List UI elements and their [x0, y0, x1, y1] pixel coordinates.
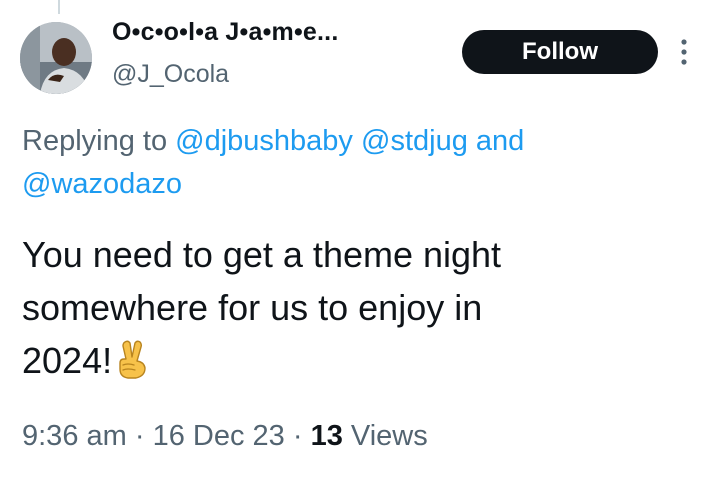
replying-to: Replying to @djbushbaby @stdjug and @waz… [22, 120, 682, 206]
victory-hand-icon [119, 340, 146, 379]
tweet-date[interactable]: 16 Dec 23 [153, 420, 285, 452]
author-display-name[interactable]: O•c•o•l•a J•a•m•e... [112, 18, 338, 47]
mention-link-djbushbaby[interactable]: @djbushbaby [175, 125, 353, 157]
avatar[interactable] [20, 22, 92, 94]
author-handle[interactable]: @J_Ocola [112, 60, 229, 89]
meta-separator: · [134, 420, 145, 452]
tweet-text: You need to get a theme night somewhere … [22, 228, 682, 387]
meta-separator: · [292, 420, 303, 452]
avatar-photo-icon [20, 22, 92, 94]
tweet-text-line: 2024! [22, 340, 113, 381]
more-options-icon[interactable] [680, 38, 688, 66]
mention-and[interactable]: and [476, 125, 524, 157]
mention-link-wazodazo[interactable]: @wazodazo [22, 168, 182, 200]
tweet-text-line: You need to get a theme night [22, 234, 502, 275]
thread-connector-line [58, 0, 60, 14]
views-count[interactable]: 13 [311, 420, 343, 452]
follow-button[interactable]: Follow [462, 30, 658, 74]
mention-link-stdjug[interactable]: @stdjug [361, 125, 468, 157]
tweet-meta: 9:36 am · 16 Dec 23 · 13 Views [22, 420, 428, 453]
views-label[interactable]: Views [351, 420, 428, 452]
replying-to-label: Replying to [22, 125, 168, 157]
tweet-time[interactable]: 9:36 am [22, 420, 127, 452]
tweet-text-line: somewhere for us to enjoy in [22, 287, 483, 328]
